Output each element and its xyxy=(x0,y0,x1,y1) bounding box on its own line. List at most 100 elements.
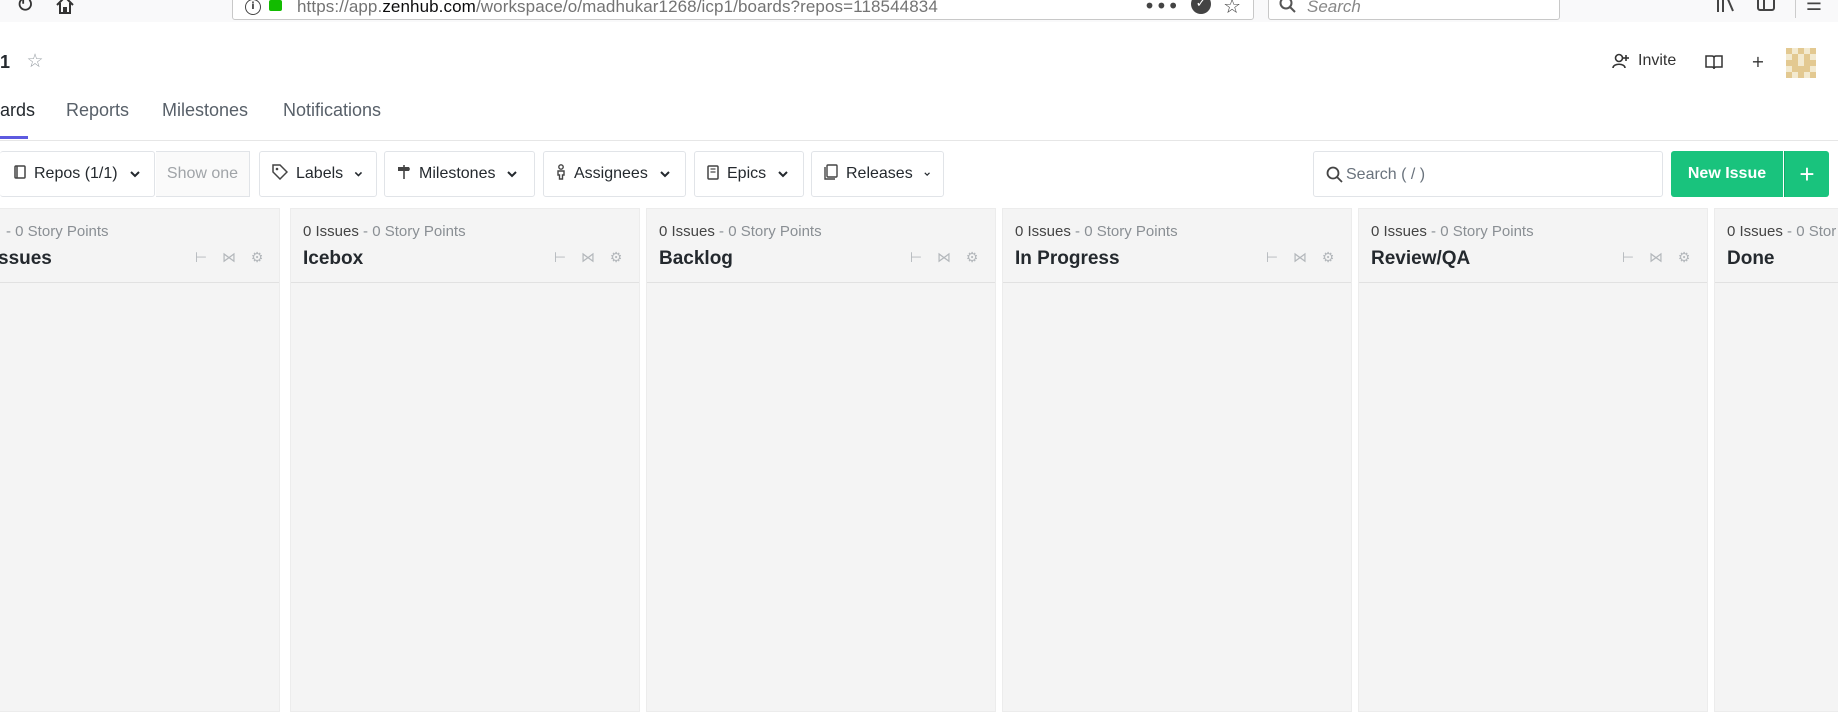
tab-milestones[interactable]: Milestones xyxy=(162,100,248,121)
new-issue-menu-button[interactable]: + xyxy=(1784,151,1829,197)
pipeline-count: 0 Issues - 0 Story Points xyxy=(1371,223,1534,240)
epic-icon xyxy=(707,164,719,184)
tab-notifications[interactable]: Notifications xyxy=(283,100,381,121)
chevron-down-icon xyxy=(660,171,670,178)
pipeline-title: Backlog xyxy=(659,248,733,269)
url-prefix: https://app. xyxy=(297,0,383,16)
pipeline-count: 0 Issues - 0 Story Points xyxy=(659,223,822,240)
pipeline-title: Review/QA xyxy=(1371,248,1471,269)
book-icon[interactable] xyxy=(1702,50,1726,74)
assignees-filter-label: Assignees xyxy=(574,165,648,182)
tab-reports[interactable]: Reports xyxy=(66,100,129,121)
gear-icon[interactable]: ⚙ xyxy=(1675,249,1693,267)
collapse-icon[interactable]: ⋈ xyxy=(1647,249,1665,267)
releases-filter[interactable]: Releases xyxy=(811,151,944,197)
pipeline-review-qa: 0 Issues - 0 Story Points Review/QA ⊢ ⋈ … xyxy=(1358,208,1708,712)
repos-filter-label: Repos (1/1) xyxy=(34,165,118,182)
page-actions-icon[interactable]: ••• xyxy=(1144,0,1179,18)
board-search[interactable] xyxy=(1313,151,1663,197)
pipeline-count: 0 Issues - 0 Story Points xyxy=(303,223,466,240)
person-icon xyxy=(556,164,566,184)
collapse-left-icon[interactable]: ⊢ xyxy=(907,249,925,267)
collapse-icon[interactable]: ⋈ xyxy=(1291,249,1309,267)
plus-icon[interactable]: + xyxy=(1746,50,1770,74)
pipeline-header: 0 Issues - 0 Story Points Backlog ⊢ ⋈ ⚙ xyxy=(647,209,995,283)
gear-icon[interactable]: ⚙ xyxy=(963,249,981,267)
star-icon[interactable]: ☆ xyxy=(24,50,46,72)
tabs-divider xyxy=(0,140,1838,141)
repo-icon xyxy=(14,164,26,184)
url-text[interactable]: https://app.zenhub.com/workspace/o/madhu… xyxy=(297,0,938,17)
invite-label: Invite xyxy=(1638,52,1677,69)
tag-icon xyxy=(272,164,289,184)
assignees-filter[interactable]: Assignees xyxy=(543,151,686,197)
pipeline-title: In Progress xyxy=(1015,248,1120,269)
pipeline-title: Icebox xyxy=(303,248,364,269)
gear-icon[interactable]: ⚙ xyxy=(248,249,266,267)
address-bar[interactable]: i https://app.zenhub.com/workspace/o/mad… xyxy=(232,0,1254,20)
collapse-icon[interactable]: ⋈ xyxy=(579,249,597,267)
workspace-title: 1 xyxy=(0,52,11,72)
pipeline-title: ssues xyxy=(0,248,52,269)
browser-search-box[interactable]: Search xyxy=(1268,0,1560,20)
search-icon xyxy=(1326,166,1343,183)
pipeline-header: - 0 Story Points ssues ⊢ ⋈ ⚙ xyxy=(0,209,279,283)
url-host: zenhub.com xyxy=(382,0,476,16)
collapse-left-icon[interactable]: ⊢ xyxy=(1619,249,1637,267)
release-icon xyxy=(824,164,838,184)
collapse-left-icon[interactable]: ⊢ xyxy=(551,249,569,267)
pipeline-title: Done xyxy=(1727,248,1775,269)
releases-filter-label: Releases xyxy=(846,165,913,182)
chevron-down-icon xyxy=(129,171,140,178)
pipeline-header: 0 Issues - 0 Stor Done xyxy=(1715,209,1838,283)
board-search-input[interactable] xyxy=(1346,162,1646,188)
library-icon[interactable] xyxy=(1714,0,1738,18)
search-icon xyxy=(1279,0,1296,13)
chevron-down-icon xyxy=(924,172,930,177)
collapse-left-icon[interactable]: ⊢ xyxy=(192,249,210,267)
labels-filter-label: Labels xyxy=(296,165,344,182)
sidebar-icon[interactable] xyxy=(1754,0,1778,18)
pipeline-backlog: 0 Issues - 0 Story Points Backlog ⊢ ⋈ ⚙ xyxy=(646,208,996,712)
collapse-icon[interactable]: ⋈ xyxy=(935,249,953,267)
show-one-button[interactable]: Show one xyxy=(156,151,250,197)
active-tab-indicator xyxy=(0,136,28,139)
milestones-filter[interactable]: Milestones xyxy=(384,151,535,197)
toolbar-divider xyxy=(1795,0,1796,18)
info-icon[interactable]: i xyxy=(245,0,261,15)
labels-filter[interactable]: Labels xyxy=(259,151,377,197)
home-icon[interactable] xyxy=(52,0,78,18)
epics-filter-label: Epics xyxy=(727,165,767,182)
new-issue-button[interactable]: New Issue xyxy=(1671,151,1783,197)
invite-button[interactable]: Invite xyxy=(1612,52,1676,70)
epics-filter[interactable]: Epics xyxy=(694,151,804,197)
menu-icon[interactable]: ☰ xyxy=(1802,0,1826,18)
chevron-down-icon xyxy=(507,171,518,178)
avatar[interactable] xyxy=(1786,48,1816,78)
pipeline-new-issues: - 0 Story Points ssues ⊢ ⋈ ⚙ xyxy=(0,208,280,712)
chevron-down-icon xyxy=(778,171,788,178)
milestone-icon xyxy=(397,164,411,184)
url-path: /workspace/o/madhukar1268/icp1/boards?re… xyxy=(475,0,938,16)
bookmark-star-icon[interactable]: ☆ xyxy=(1223,0,1241,18)
chevron-down-icon xyxy=(354,171,363,177)
reload-icon[interactable]: ↻ xyxy=(12,0,38,18)
gear-icon[interactable]: ⚙ xyxy=(607,249,625,267)
pipeline-done: 0 Issues - 0 Stor Done xyxy=(1714,208,1838,712)
browser-toolbar: ↻ i https://app.zenhub.com/workspace/o/m… xyxy=(0,0,1838,22)
gear-icon[interactable]: ⚙ xyxy=(1319,249,1337,267)
pipeline-in-progress: 0 Issues - 0 Story Points In Progress ⊢ … xyxy=(1002,208,1352,712)
collapse-icon[interactable]: ⋈ xyxy=(220,249,238,267)
collapse-left-icon[interactable]: ⊢ xyxy=(1263,249,1281,267)
pipeline-count: 0 Issues - 0 Stor xyxy=(1727,223,1837,240)
pipeline-header: 0 Issues - 0 Story Points Icebox ⊢ ⋈ ⚙ xyxy=(291,209,639,283)
pocket-icon[interactable]: ✓ xyxy=(1191,0,1212,14)
browser-search-placeholder: Search xyxy=(1307,0,1361,16)
tab-boards[interactable]: ards xyxy=(0,100,35,121)
pipeline-icebox: 0 Issues - 0 Story Points Icebox ⊢ ⋈ ⚙ xyxy=(290,208,640,712)
lock-icon xyxy=(269,0,282,11)
add-user-icon xyxy=(1612,53,1629,69)
pipeline-header: 0 Issues - 0 Story Points Review/QA ⊢ ⋈ … xyxy=(1359,209,1707,283)
pipeline-header: 0 Issues - 0 Story Points In Progress ⊢ … xyxy=(1003,209,1351,283)
repos-filter[interactable]: Repos (1/1) xyxy=(0,151,155,197)
